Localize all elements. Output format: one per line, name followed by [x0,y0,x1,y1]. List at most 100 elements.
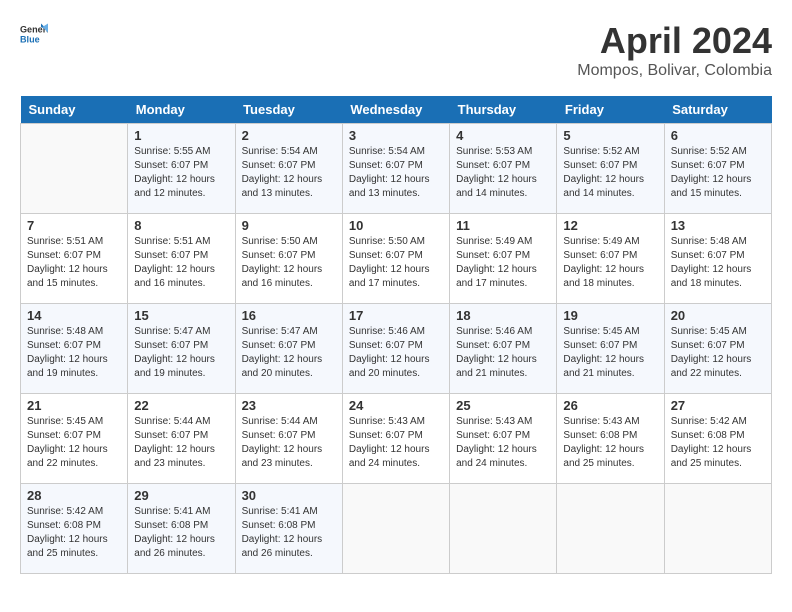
day-info: Sunrise: 5:42 AMSunset: 6:08 PMDaylight:… [671,415,765,471]
day-cell: 18 Sunrise: 5:46 AMSunset: 6:07 PMDayligh… [450,304,557,394]
day-number: 4 [456,128,550,143]
day-cell: 7Sunrise: 5:51 AMSunset: 6:07 PMDaylight… [21,214,128,304]
day-cell: 14 Sunrise: 5:48 AMSunset: 6:07 PMDayligh… [21,304,128,394]
day-info: Sunrise: 5:48 AMSunset: 6:07 PMDaylight:… [27,325,121,381]
day-number: 29 [134,488,228,503]
day-cell: 24 Sunrise: 5:43 AMSunset: 6:07 PMDayligh… [342,394,449,484]
day-cell [664,484,771,574]
day-number: 7 [27,218,121,233]
day-number: 15 [134,308,228,323]
day-number: 24 [349,398,443,413]
day-info: Sunrise: 5:43 AMSunset: 6:07 PMDaylight:… [349,415,443,471]
day-info: Sunrise: 5:47 AMSunset: 6:07 PMDaylight:… [242,325,336,381]
day-info: Sunrise: 5:50 AMSunset: 6:07 PMDaylight:… [349,235,443,291]
day-number: 27 [671,398,765,413]
week-row-5: 28 Sunrise: 5:42 AMSunset: 6:08 PMDayligh… [21,484,772,574]
day-number: 1 [134,128,228,143]
day-info: Sunrise: 5:41 AMSunset: 6:08 PMDaylight:… [242,505,336,561]
day-cell [342,484,449,574]
column-headers: SundayMondayTuesdayWednesdayThursdayFrid… [21,96,772,124]
svg-text:General: General [20,25,48,35]
day-info: Sunrise: 5:45 AMSunset: 6:07 PMDaylight:… [671,325,765,381]
day-cell: 4 Sunrise: 5:53 AMSunset: 6:07 PMDaylight… [450,124,557,214]
day-number: 12 [563,218,657,233]
day-cell: 17 Sunrise: 5:46 AMSunset: 6:07 PMDayligh… [342,304,449,394]
column-header-monday: Monday [128,96,235,124]
day-info: Sunrise: 5:49 AMSunset: 6:07 PMDaylight:… [563,235,657,291]
day-cell: 30 Sunrise: 5:41 AMSunset: 6:08 PMDayligh… [235,484,342,574]
day-number: 18 [456,308,550,323]
day-number: 10 [349,218,443,233]
day-cell: 10 Sunrise: 5:50 AMSunset: 6:07 PMDayligh… [342,214,449,304]
day-info: Sunrise: 5:55 AMSunset: 6:07 PMDaylight:… [134,145,228,201]
column-header-wednesday: Wednesday [342,96,449,124]
day-info: Sunrise: 5:44 AMSunset: 6:07 PMDaylight:… [134,415,228,471]
day-info: Sunrise: 5:41 AMSunset: 6:08 PMDaylight:… [134,505,228,561]
day-cell: 22 Sunrise: 5:44 AMSunset: 6:07 PMDayligh… [128,394,235,484]
day-info: Sunrise: 5:46 AMSunset: 6:07 PMDaylight:… [349,325,443,381]
day-cell [450,484,557,574]
day-cell: 16 Sunrise: 5:47 AMSunset: 6:07 PMDayligh… [235,304,342,394]
day-cell: 9 Sunrise: 5:50 AMSunset: 6:07 PMDaylight… [235,214,342,304]
day-cell: 15 Sunrise: 5:47 AMSunset: 6:07 PMDayligh… [128,304,235,394]
day-number: 23 [242,398,336,413]
day-info: Sunrise: 5:52 AMSunset: 6:07 PMDaylight:… [563,145,657,201]
day-number: 8 [134,218,228,233]
day-cell: 12 Sunrise: 5:49 AMSunset: 6:07 PMDayligh… [557,214,664,304]
day-number: 17 [349,308,443,323]
day-cell: 5 Sunrise: 5:52 AMSunset: 6:07 PMDaylight… [557,124,664,214]
logo: General Blue [20,20,48,48]
day-number: 21 [27,398,121,413]
day-cell: 21 Sunrise: 5:45 AMSunset: 6:07 PMDayligh… [21,394,128,484]
day-info: Sunrise: 5:50 AMSunset: 6:07 PMDaylight:… [242,235,336,291]
day-number: 6 [671,128,765,143]
column-header-friday: Friday [557,96,664,124]
day-info: Sunrise: 5:46 AMSunset: 6:07 PMDaylight:… [456,325,550,381]
day-info: Sunrise: 5:45 AMSunset: 6:07 PMDaylight:… [563,325,657,381]
week-row-4: 21 Sunrise: 5:45 AMSunset: 6:07 PMDayligh… [21,394,772,484]
day-info: Sunrise: 5:44 AMSunset: 6:07 PMDaylight:… [242,415,336,471]
day-info: Sunrise: 5:43 AMSunset: 6:08 PMDaylight:… [563,415,657,471]
day-number: 26 [563,398,657,413]
calendar-subtitle: Mompos, Bolivar, Colombia [577,62,772,80]
day-number: 2 [242,128,336,143]
day-number: 13 [671,218,765,233]
logo-icon: General Blue [20,20,48,48]
day-cell: 23 Sunrise: 5:44 AMSunset: 6:07 PMDayligh… [235,394,342,484]
day-cell: 26 Sunrise: 5:43 AMSunset: 6:08 PMDayligh… [557,394,664,484]
day-info: Sunrise: 5:45 AMSunset: 6:07 PMDaylight:… [27,415,121,471]
day-info: Sunrise: 5:53 AMSunset: 6:07 PMDaylight:… [456,145,550,201]
day-number: 20 [671,308,765,323]
day-number: 19 [563,308,657,323]
day-cell: 2Sunrise: 5:54 AMSunset: 6:07 PMDaylight… [235,124,342,214]
day-cell: 29 Sunrise: 5:41 AMSunset: 6:08 PMDayligh… [128,484,235,574]
day-cell: 19 Sunrise: 5:45 AMSunset: 6:07 PMDayligh… [557,304,664,394]
day-cell: 3Sunrise: 5:54 AMSunset: 6:07 PMDaylight… [342,124,449,214]
column-header-tuesday: Tuesday [235,96,342,124]
week-row-1: 1 Sunrise: 5:55 AMSunset: 6:07 PMDaylight… [21,124,772,214]
day-number: 25 [456,398,550,413]
day-info: Sunrise: 5:51 AMSunset: 6:07 PMDaylight:… [134,235,228,291]
day-info: Sunrise: 5:52 AMSunset: 6:07 PMDaylight:… [671,145,765,201]
day-number: 5 [563,128,657,143]
day-number: 28 [27,488,121,503]
day-info: Sunrise: 5:47 AMSunset: 6:07 PMDaylight:… [134,325,228,381]
title-section: April 2024 Mompos, Bolivar, Colombia [577,20,772,80]
day-number: 9 [242,218,336,233]
day-number: 16 [242,308,336,323]
day-cell [21,124,128,214]
day-cell: 6 Sunrise: 5:52 AMSunset: 6:07 PMDaylight… [664,124,771,214]
day-info: Sunrise: 5:48 AMSunset: 6:07 PMDaylight:… [671,235,765,291]
day-cell: 27 Sunrise: 5:42 AMSunset: 6:08 PMDayligh… [664,394,771,484]
week-row-3: 14 Sunrise: 5:48 AMSunset: 6:07 PMDayligh… [21,304,772,394]
day-number: 14 [27,308,121,323]
day-number: 30 [242,488,336,503]
day-cell: 11Sunrise: 5:49 AMSunset: 6:07 PMDayligh… [450,214,557,304]
day-cell: 8 Sunrise: 5:51 AMSunset: 6:07 PMDaylight… [128,214,235,304]
calendar-table: SundayMondayTuesdayWednesdayThursdayFrid… [20,96,772,574]
day-number: 22 [134,398,228,413]
day-info: Sunrise: 5:42 AMSunset: 6:08 PMDaylight:… [27,505,121,561]
day-info: Sunrise: 5:49 AMSunset: 6:07 PMDaylight:… [456,235,550,291]
day-cell: 28 Sunrise: 5:42 AMSunset: 6:08 PMDayligh… [21,484,128,574]
svg-text:Blue: Blue [20,34,40,44]
